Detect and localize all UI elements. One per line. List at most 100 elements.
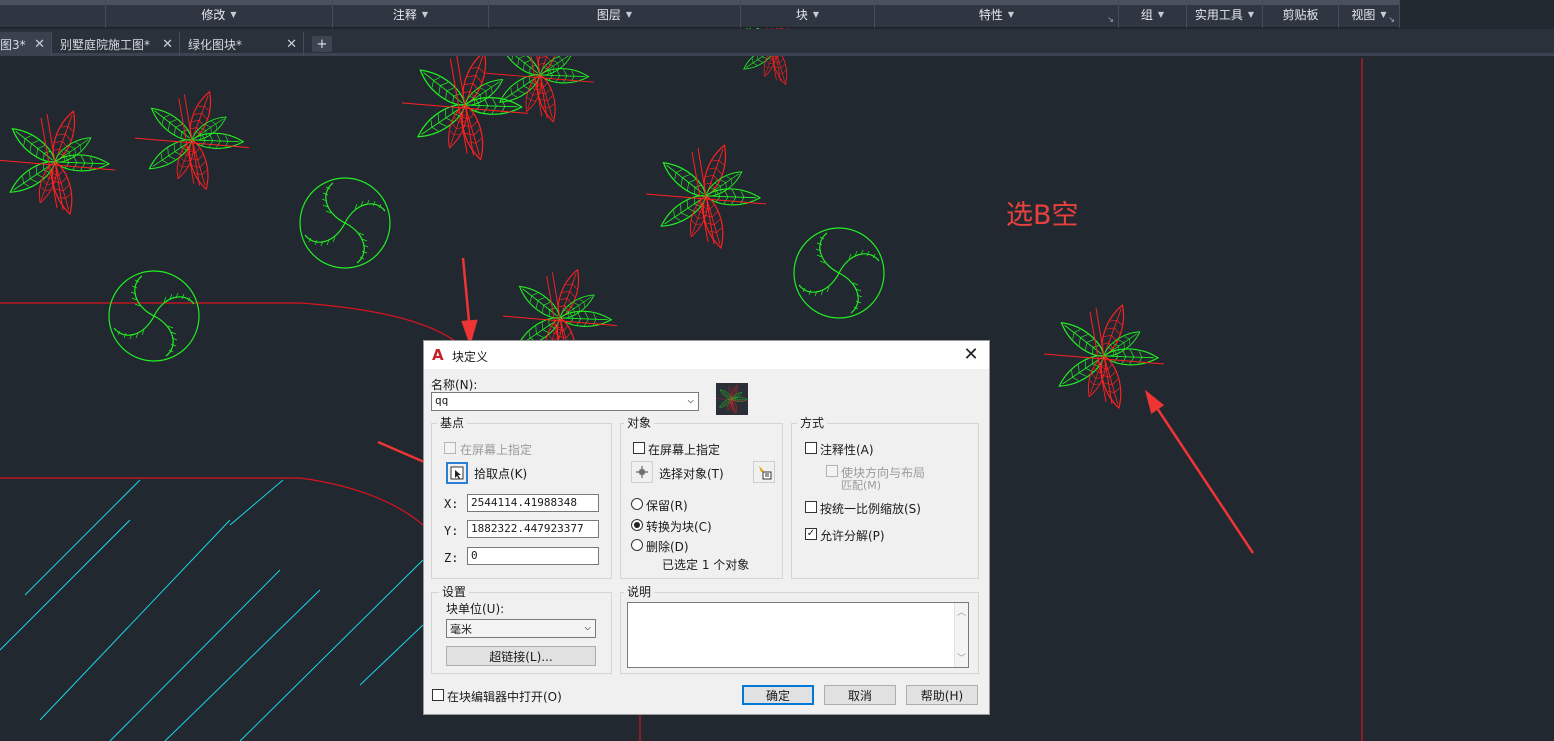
chevron-down-icon: ▼ bbox=[1007, 9, 1015, 19]
panel-clipboard-label: 剪贴板 bbox=[1282, 7, 1319, 22]
block-definition-dialog: A 块定义 ✕ 名称(N): qq ⌵ 基点 在屏幕上指定 拾取点(K) X: … bbox=[423, 340, 990, 715]
quick-select-icon bbox=[759, 466, 772, 480]
retain-radio[interactable] bbox=[631, 498, 643, 510]
scale-uniformly-label: 按统一比例缩放(S) bbox=[820, 502, 921, 516]
block-preview-icon bbox=[716, 383, 748, 415]
tab-label: 图3* bbox=[0, 37, 26, 52]
panel-utilities-label: 实用工具 bbox=[1194, 7, 1243, 22]
chevron-down-icon: ▼ bbox=[1157, 9, 1165, 19]
document-tab-bar: 图3* ✕ 别墅庭院施工图* ✕ 绿化图块* ✕ + bbox=[0, 29, 1554, 56]
z-label: Z: bbox=[444, 551, 459, 565]
annotative-checkbox[interactable] bbox=[805, 442, 817, 454]
z-coordinate-input[interactable]: 0 bbox=[467, 547, 599, 565]
tab-label: 别墅庭院施工图* bbox=[60, 37, 151, 52]
objects-title: 对象 bbox=[624, 414, 655, 431]
block-name-combobox[interactable]: qq ⌵ bbox=[431, 392, 699, 411]
cancel-button[interactable]: 取消 bbox=[824, 685, 896, 705]
tab-green-blocks[interactable]: 绿化图块* ✕ bbox=[180, 32, 304, 56]
autocad-logo-icon: A bbox=[432, 346, 444, 364]
allow-exploding-checkbox[interactable]: ✓ bbox=[805, 528, 817, 540]
y-label: Y: bbox=[444, 524, 459, 538]
retain-label: 保留(R) bbox=[646, 499, 688, 513]
ribbon-panel-bar: 修改 ▼ 注释 ▼ 图层 ▼ 块 ▼ 特性 ▼ ↘ 组 ▼ 实用工具 ▼ 剪贴板 视图 ▼ ↘ bbox=[0, 0, 1554, 28]
chevron-down-icon: ▼ bbox=[625, 9, 633, 19]
delete-label: 删除(D) bbox=[646, 540, 689, 554]
chevron-down-icon: ▼ bbox=[421, 9, 429, 19]
panel-draw[interactable] bbox=[0, 0, 106, 28]
close-icon[interactable]: ✕ bbox=[162, 37, 173, 52]
block-unit-select[interactable]: 毫米 ⌵ bbox=[446, 619, 596, 638]
panel-annotation-label: 注释 bbox=[392, 7, 417, 22]
select-objects-button[interactable] bbox=[631, 461, 653, 483]
panel-group-label: 组 bbox=[1140, 7, 1153, 22]
close-icon[interactable]: ✕ bbox=[961, 344, 981, 365]
selection-status: 已选定 1 个对象 bbox=[662, 558, 750, 572]
chevron-down-icon: ▼ bbox=[1380, 9, 1387, 19]
scroll-up-icon[interactable]: ︿ bbox=[957, 605, 966, 618]
hyperlink-button[interactable]: 超链接(L)... bbox=[446, 646, 596, 666]
help-button[interactable]: 帮助(H) bbox=[906, 685, 978, 705]
panel-view[interactable]: 视图 ▼ ↘ bbox=[1339, 0, 1400, 28]
x-coordinate-input[interactable]: 2544114.41988348 bbox=[467, 494, 599, 512]
basepoint-onscreen-checkbox[interactable] bbox=[444, 442, 456, 454]
chevron-down-icon: ▼ bbox=[812, 9, 820, 19]
convert-to-block-label: 转换为块(C) bbox=[646, 520, 712, 534]
objects-onscreen-checkbox[interactable] bbox=[633, 442, 645, 454]
panel-layers[interactable]: 图层 ▼ bbox=[489, 0, 741, 28]
chevron-down-icon: ▼ bbox=[230, 9, 237, 19]
dialog-launcher-icon[interactable]: ↘ bbox=[1388, 15, 1395, 24]
add-tab-icon[interactable]: + bbox=[312, 36, 332, 52]
block-unit-value: 毫米 bbox=[450, 623, 472, 636]
pick-point-label: 拾取点(K) bbox=[474, 467, 528, 481]
delete-radio[interactable] bbox=[631, 539, 643, 551]
tab-villa-garden[interactable]: 别墅庭院施工图* ✕ bbox=[52, 32, 180, 56]
panel-utilities[interactable]: 实用工具 ▼ bbox=[1187, 0, 1263, 28]
close-icon[interactable]: ✕ bbox=[34, 37, 45, 52]
quick-select-button[interactable] bbox=[753, 461, 775, 483]
description-scrollbar[interactable]: ︿ ﹀ bbox=[954, 603, 968, 667]
basepoint-title: 基点 bbox=[437, 414, 468, 431]
panel-modify-label: 修改 bbox=[201, 7, 226, 22]
panel-block[interactable]: 块 ▼ bbox=[741, 0, 875, 28]
annotative-label: 注释性(A) bbox=[820, 443, 874, 457]
convert-to-block-radio[interactable] bbox=[631, 519, 643, 531]
panel-modify[interactable]: 修改 ▼ bbox=[106, 0, 333, 28]
open-in-editor-label: 在块编辑器中打开(O) bbox=[447, 690, 562, 704]
name-label: 名称(N): bbox=[431, 378, 478, 392]
panel-properties[interactable]: 特性 ▼ ↘ bbox=[875, 0, 1119, 28]
x-label: X: bbox=[444, 497, 459, 511]
scroll-down-icon[interactable]: ﹀ bbox=[957, 651, 966, 664]
block-unit-label: 块单位(U): bbox=[446, 602, 505, 616]
panel-group[interactable]: 组 ▼ bbox=[1119, 0, 1187, 28]
ok-button[interactable]: 确定 bbox=[742, 685, 814, 705]
settings-title: 设置 bbox=[439, 583, 470, 600]
dialog-titlebar[interactable]: A 块定义 ✕ bbox=[424, 341, 989, 369]
allow-exploding-label: 允许分解(P) bbox=[820, 529, 885, 543]
scale-uniformly-checkbox[interactable] bbox=[805, 501, 817, 513]
chevron-down-icon: ▼ bbox=[1247, 9, 1255, 19]
y-coordinate-input[interactable]: 1882322.447923377 bbox=[467, 520, 599, 538]
panel-block-label: 块 bbox=[795, 7, 808, 22]
panel-properties-label: 特性 bbox=[978, 7, 1003, 22]
tab-label: 绿化图块* bbox=[188, 37, 243, 52]
chevron-down-icon: ⌵ bbox=[584, 620, 591, 633]
dialog-title: 块定义 bbox=[452, 350, 489, 364]
crosshair-icon bbox=[636, 466, 648, 478]
ribbon-empty-area bbox=[1400, 0, 1554, 28]
annotation-text: 选B空 bbox=[1006, 200, 1079, 231]
pick-point-button[interactable] bbox=[446, 462, 468, 484]
match-orientation-label-2: 匹配(M) bbox=[841, 479, 882, 492]
close-icon[interactable]: ✕ bbox=[286, 37, 297, 52]
match-orientation-checkbox[interactable] bbox=[826, 465, 838, 477]
dialog-launcher-icon[interactable]: ↘ bbox=[1107, 15, 1114, 24]
panel-clipboard[interactable]: 剪贴板 bbox=[1263, 0, 1339, 28]
chevron-down-icon: ⌵ bbox=[687, 393, 694, 406]
panel-annotation[interactable]: 注释 ▼ bbox=[333, 0, 489, 28]
description-textarea[interactable] bbox=[627, 602, 969, 668]
open-in-editor-checkbox[interactable] bbox=[432, 689, 444, 701]
description-title: 说明 bbox=[624, 583, 655, 600]
basepoint-onscreen-label: 在屏幕上指定 bbox=[460, 443, 533, 457]
select-objects-label: 选择对象(T) bbox=[659, 467, 724, 481]
block-name-value: qq bbox=[435, 394, 449, 407]
tab-drawing3[interactable]: 图3* ✕ bbox=[0, 32, 52, 56]
